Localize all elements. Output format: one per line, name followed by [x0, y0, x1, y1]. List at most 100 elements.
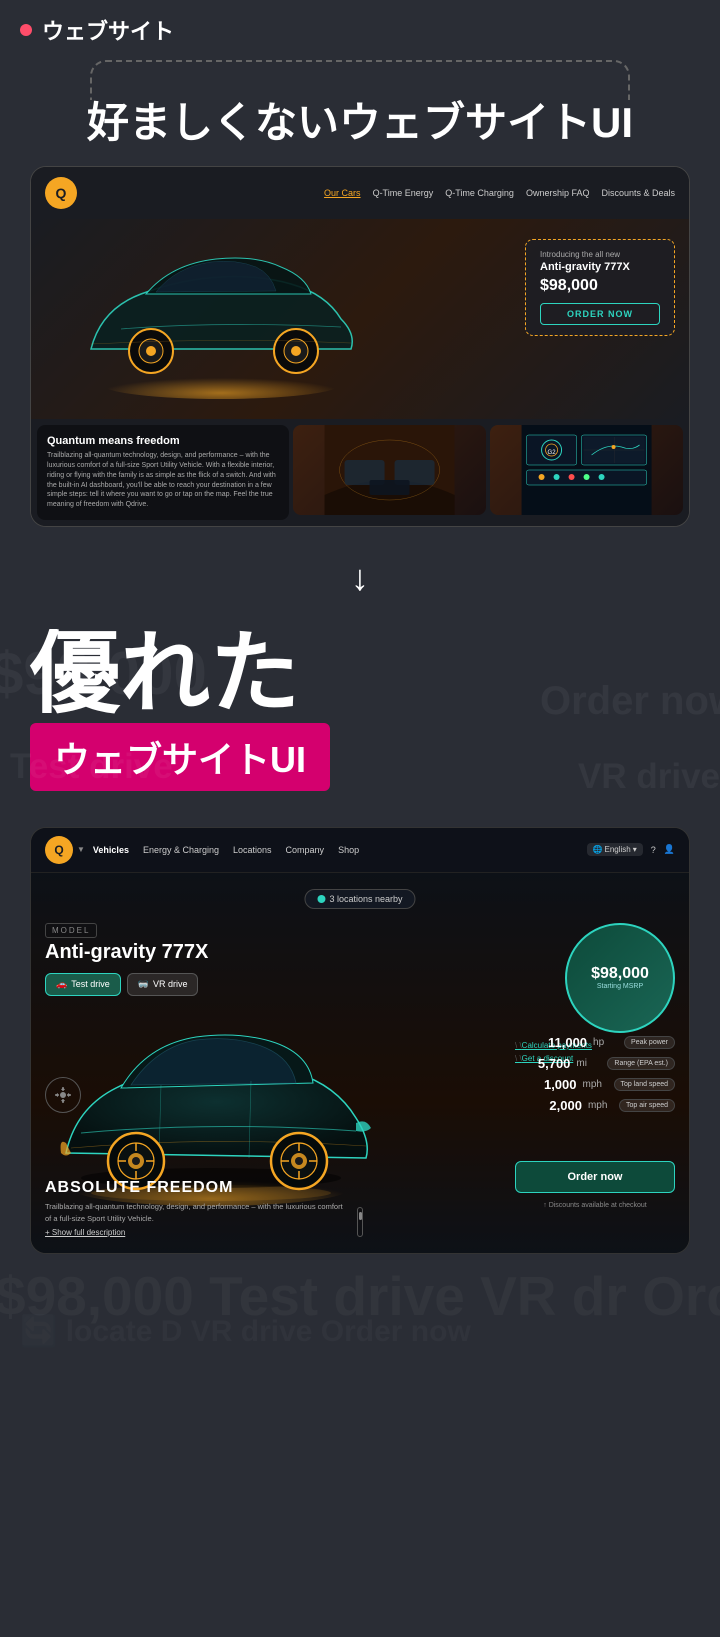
good-nav-right: 🌐 English ▾ ? 👤 [587, 843, 675, 856]
vr-icon: 🥽 [138, 979, 149, 990]
desc-title: ABSOLUTE FREEDOM [45, 1179, 345, 1197]
hp-value: 11,000 [455, 1035, 587, 1050]
model-name: Anti-gravity 777X [45, 941, 208, 964]
good-nav-locations[interactable]: Locations [233, 845, 272, 855]
discount-icon: ↑ [543, 1202, 547, 1209]
nav-item-our-cars[interactable]: Our Cars [324, 188, 361, 198]
air-speed-value: 2,000 [455, 1098, 582, 1113]
stat-row-range: 5,700 mi Range (EPA est.) [455, 1056, 675, 1071]
nav-item-energy[interactable]: Q-Time Energy [373, 188, 434, 198]
good-nav-company[interactable]: Company [286, 845, 325, 855]
test-drive-button[interactable]: 🚗 Test drive [45, 973, 121, 996]
bad-nav-items: Our Cars Q-Time Energy Q-Time Charging O… [324, 188, 675, 198]
show-more-link[interactable]: + Show full description [45, 1228, 345, 1237]
good-ui-card: Q ▼ Vehicles Energy & Charging Locations… [30, 827, 690, 1254]
bad-logo: Q [45, 177, 77, 209]
vr-drive-button[interactable]: 🥽 VR drive [127, 973, 199, 996]
bad-car-svg [61, 239, 381, 399]
bad-panel-body: Trailblazing all-quantum technology, des… [47, 451, 279, 510]
bad-nav: Q Our Cars Q-Time Energy Q-Time Charging… [31, 167, 689, 219]
lang-chevron: ▾ [633, 845, 637, 854]
interior-svg [293, 425, 486, 515]
joystick-control[interactable] [45, 1077, 81, 1113]
discount-note: ↑ Discounts available at checkout [515, 1202, 675, 1209]
help-icon[interactable]: ? [651, 845, 656, 855]
model-label: MODEL [45, 923, 97, 938]
bottom-ghost-2: 🔄 locate D VR drive Order now [20, 1314, 471, 1349]
location-dot [317, 895, 325, 903]
air-speed-unit: mph [588, 1100, 613, 1111]
scroll-indicator [357, 1207, 363, 1237]
hp-badge: Peak power [624, 1036, 675, 1049]
price-label: Starting MSRP [597, 983, 643, 990]
stat-row-air-speed: 2,000 mph Top air speed [455, 1098, 675, 1113]
land-speed-unit: mph [583, 1079, 608, 1090]
dashboard-svg: G2 [490, 425, 683, 515]
bad-panel-title: Quantum means freedom [47, 435, 279, 447]
good-title-sub-wrap: ウェブサイトUI [0, 719, 720, 807]
bad-section-title: 好ましくないウェブサイトUI [0, 100, 720, 166]
svg-text:G2: G2 [547, 450, 556, 456]
down-arrow: ↓ [351, 557, 369, 599]
promo-intro: Introducing the all new [540, 250, 660, 259]
good-hero: 3 locations nearby MODEL Anti-gravity 77… [31, 873, 689, 1253]
good-nav-energy[interactable]: Energy & Charging [143, 845, 219, 855]
stat-row-land-speed: 1,000 mph Top land speed [455, 1077, 675, 1092]
range-value: 5,700 [455, 1056, 570, 1071]
lang-icon: 🌐 [593, 845, 603, 854]
bad-hero: Introducing the all new Anti-gravity 777… [31, 219, 689, 419]
bad-promo-box: Introducing the all new Anti-gravity 777… [525, 239, 675, 336]
desc-body: Trailblazing all-quantum technology, des… [45, 1201, 345, 1224]
location-badge: 3 locations nearby [304, 889, 415, 909]
test-drive-label: Test drive [71, 979, 110, 989]
location-text: 3 locations nearby [329, 894, 402, 904]
account-icon[interactable]: 👤 [664, 844, 675, 855]
vehicle-stats: 11,000 hp Peak power 5,700 mi Range (EPA… [455, 1035, 675, 1113]
interior-visual [293, 425, 486, 515]
top-bar: ウェブサイト [0, 0, 720, 60]
nav-item-charging[interactable]: Q-Time Charging [445, 188, 514, 198]
good-title-sub: ウェブサイトUI [30, 723, 330, 791]
bad-flexible-interior-panel: Flexible Interior [293, 425, 486, 515]
vr-drive-label: VR drive [153, 979, 188, 989]
good-nav-items: Vehicles Energy & Charging Locations Com… [93, 845, 359, 855]
status-dot [20, 24, 32, 36]
stat-row-hp: 11,000 hp Peak power [455, 1035, 675, 1050]
bad-ui-card: Q Our Cars Q-Time Energy Q-Time Charging… [30, 166, 690, 527]
logo-arrow: ▼ [77, 845, 85, 854]
good-logo: Q [45, 836, 73, 864]
land-speed-value: 1,000 [455, 1077, 577, 1092]
scroll-dot-inner [359, 1212, 362, 1220]
good-description: ABSOLUTE FREEDOM Trailblazing all-quantu… [45, 1179, 345, 1237]
joystick-svg [53, 1085, 73, 1105]
price-value: $98,000 [591, 965, 649, 983]
bad-text-panel: Quantum means freedom Trailblazing all-q… [37, 425, 289, 520]
air-speed-badge: Top air speed [619, 1099, 675, 1112]
good-nav-shop[interactable]: Shop [338, 845, 359, 855]
nav-item-faq[interactable]: Ownership FAQ [526, 188, 590, 198]
range-badge: Range (EPA est.) [607, 1057, 675, 1070]
dashboard-visual: G2 [490, 425, 683, 515]
discount-text: Discounts available at checkout [549, 1202, 647, 1209]
good-title-large: 優れた [0, 629, 720, 719]
good-nav: Q ▼ Vehicles Energy & Charging Locations… [31, 828, 689, 873]
language-selector[interactable]: 🌐 English ▾ [587, 843, 643, 856]
range-unit: mi [576, 1058, 601, 1069]
promo-price: $98,000 [540, 277, 660, 295]
bad-bottom-panels: Quantum means freedom Trailblazing all-q… [31, 419, 689, 526]
bad-ai-dashboard-panel: G2 AI dashboard [490, 425, 683, 515]
steering-wheel-icon: 🚗 [56, 979, 67, 990]
lang-label: English [605, 845, 631, 854]
nav-item-deals[interactable]: Discounts & Deals [601, 188, 675, 198]
bottom-ghost-area: $98,000 Test drive VR dr Order now 🔄 loc… [0, 1254, 720, 1374]
price-circle: $98,000 Starting MSRP [565, 923, 675, 1033]
promo-model: Anti-gravity 777X [540, 261, 660, 273]
good-nav-vehicles[interactable]: Vehicles [93, 845, 129, 855]
dashed-border-top [90, 60, 630, 100]
action-buttons: 🚗 Test drive 🥽 VR drive [45, 973, 198, 996]
app-title: ウェブサイト [42, 14, 174, 46]
land-speed-badge: Top land speed [614, 1078, 675, 1091]
hp-unit: hp [593, 1037, 618, 1048]
bad-order-button[interactable]: ORDER NOW [540, 303, 660, 325]
good-order-button[interactable]: Order now [515, 1161, 675, 1193]
